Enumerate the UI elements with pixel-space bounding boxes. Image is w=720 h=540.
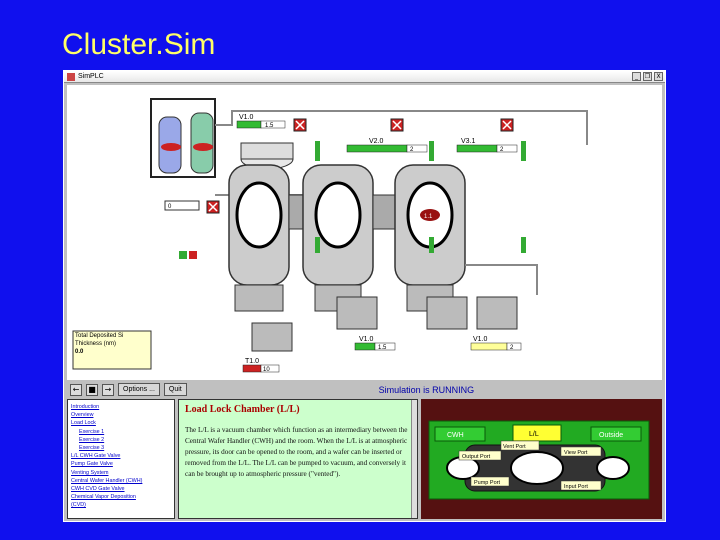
cylinder-valve: [161, 143, 181, 151]
simplc-window: SimPLC _ ❐ X V1.0 1.5 V2.0 2 V3.1 2 0 1.…: [63, 70, 666, 522]
stop-icon[interactable]: ■: [86, 383, 98, 396]
status-indicator: [521, 141, 526, 161]
gauge-label: V3.1: [461, 138, 476, 145]
nav-link[interactable]: Central Wafer Handler (CWH): [71, 477, 171, 485]
wafer-handler-chamber: [302, 164, 374, 312]
thickness-label: Total Deposited Si Thickness (nm): [75, 333, 124, 347]
vacuum-pump: [251, 322, 293, 352]
status-indicator: [179, 251, 187, 259]
gauge-label: V1.0: [239, 114, 254, 121]
nav-link[interactable]: Venting System: [71, 469, 171, 477]
vacuum-pump: [476, 296, 518, 330]
quit-button[interactable]: Quit: [163, 383, 187, 396]
gauge-label: V1.0: [473, 336, 488, 343]
maximize-button[interactable]: ❐: [643, 72, 652, 81]
gate-valve: [372, 194, 396, 230]
right-port: [596, 456, 630, 480]
load-lock-diagram: CWH L/L Outside Vent Port View Port Outp…: [421, 399, 662, 519]
status-indicator: [315, 237, 320, 253]
gauge-value: 1.5: [378, 345, 387, 351]
gauge-label: V1.0: [359, 336, 374, 343]
cwh-label: CWH: [447, 432, 464, 439]
gauge-bar: [242, 364, 262, 373]
nav-link[interactable]: Exercise 2: [71, 436, 171, 444]
close-button[interactable]: X: [654, 72, 663, 81]
window-title: SimPLC: [78, 73, 104, 80]
minimize-button[interactable]: _: [632, 72, 641, 81]
status-indicator: [429, 237, 434, 253]
gauge-label: T1.0: [245, 358, 259, 365]
nav-link[interactable]: Pump Gate Valve: [71, 460, 171, 468]
nav-link[interactable]: Load Lock: [71, 419, 171, 427]
vent-port-label: Vent Port: [503, 444, 526, 450]
simulation-status: Simulation is RUNNING: [378, 384, 475, 395]
pump-port-label: Pump Port: [474, 480, 500, 486]
nav-link[interactable]: Exercise 3: [71, 444, 171, 452]
chamber-badge: 1.1: [424, 214, 433, 220]
input-port-label: Input Port: [564, 484, 588, 490]
gate-valve: [288, 194, 304, 230]
status-indicator: [315, 141, 320, 161]
gauge-label: V2.0: [369, 138, 384, 145]
forward-icon[interactable]: →: [102, 383, 114, 396]
slide-title: Cluster.Sim: [62, 28, 216, 61]
info-body: The L/L is a vacuum chamber which functi…: [185, 426, 408, 478]
gauge-value: 1.5: [265, 123, 274, 129]
nav-link[interactable]: L/L CWH Gate Valve: [71, 452, 171, 460]
window-titlebar: SimPLC _ ❐ X: [64, 71, 665, 83]
gauge-value: 10: [263, 367, 270, 373]
status-indicator: [429, 141, 434, 161]
pump-line: [465, 264, 538, 295]
gauge-bar: [456, 144, 498, 153]
toolbar: ← ■ → Options ... Quit Simulation is RUN…: [67, 381, 662, 398]
nav-link[interactable]: Exercise 1: [71, 428, 171, 436]
help-area: Introduction Overview Load Lock Exercise…: [67, 399, 662, 519]
vacuum-pump: [426, 296, 468, 330]
status-indicator: [521, 237, 526, 253]
gauge-bar: [354, 342, 376, 351]
nav-link[interactable]: Introduction: [71, 403, 171, 411]
thickness-value: 0.0: [75, 349, 84, 355]
back-icon[interactable]: ←: [70, 383, 82, 396]
options-button[interactable]: Options ...: [118, 383, 160, 396]
view-port-label: View Port: [564, 450, 588, 456]
main-port: [510, 451, 564, 485]
gas-cylinder-green: [190, 112, 214, 174]
outside-label: Outside: [599, 432, 623, 439]
topic-nav: Introduction Overview Load Lock Exercise…: [67, 399, 175, 519]
gauge-bar: [236, 120, 262, 129]
nav-link[interactable]: (CVD): [71, 501, 171, 509]
app-icon: [67, 72, 75, 81]
info-panel: Load Lock Chamber (L/L) The L/L is a vac…: [178, 399, 418, 519]
simulation-canvas: V1.0 1.5 V2.0 2 V3.1 2 0 1.1 V1.0 1.5 V1…: [67, 85, 662, 380]
left-port: [446, 456, 480, 480]
info-scrollbar[interactable]: [411, 400, 417, 518]
output-port-label: Output Port: [462, 454, 491, 460]
info-title: Load Lock Chamber (L/L): [185, 404, 300, 415]
nav-link[interactable]: Overview: [71, 411, 171, 419]
cylinder-valve: [193, 143, 213, 151]
load-lock-chamber: [228, 164, 290, 312]
ll-label: L/L: [529, 431, 539, 438]
nav-link[interactable]: CWH CVD Gate Valve: [71, 485, 171, 493]
status-indicator: [189, 251, 197, 259]
vacuum-pump: [336, 296, 378, 330]
gauge-bar: [470, 342, 508, 351]
nav-link[interactable]: Chemical Vapor Deposition: [71, 493, 171, 501]
gauge-bar: [346, 144, 408, 153]
